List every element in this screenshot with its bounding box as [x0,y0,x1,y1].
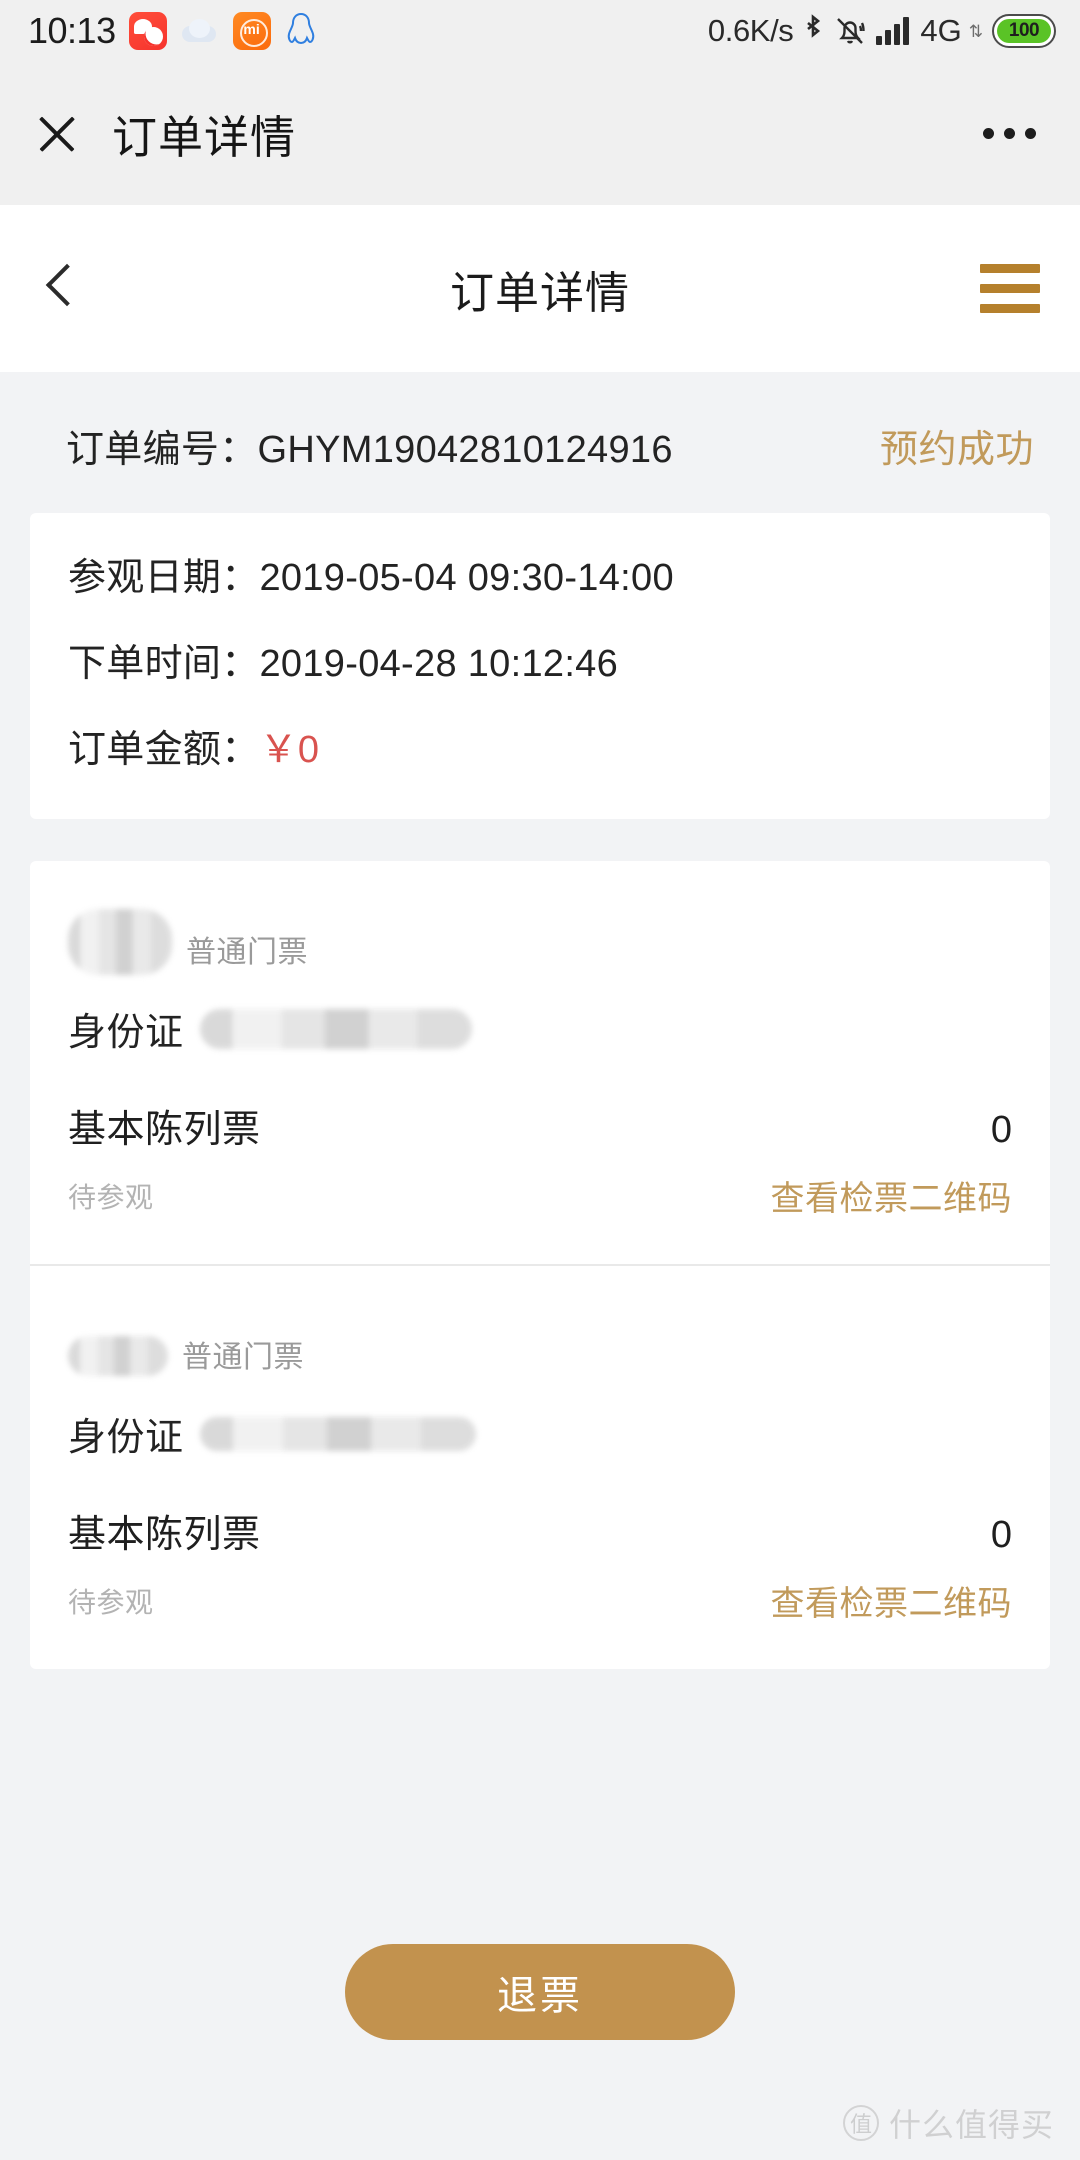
data-arrows-icon: ⇅ [968,21,983,41]
ticket-count: 0 [990,1109,1012,1151]
cloud-weather-icon [180,16,220,46]
ticket-state: 待参观 [68,1181,154,1213]
order-amount-label: 订单金额： [68,729,260,771]
mi-app-icon-label: mi [243,21,260,37]
order-amount-value: ￥0 [259,729,320,771]
redacted-id-number [199,1008,472,1049]
mute-bell-icon [833,14,867,48]
ticket-footer-row: 待参观 查看检票二维码 [68,1171,1012,1220]
visit-date-line: 参观日期：2019-05-04 09:30-14:00 [68,557,674,599]
ticket-id-row: 身份证 [68,1406,1012,1461]
ticket-id-row: 身份证 [68,1001,1012,1056]
ticket-name-row: 基本陈列票 0 [68,1503,1012,1558]
order-number: 订单编号：GHYM19042810124916 [66,429,673,471]
ticket-state: 待参观 [68,1586,154,1618]
mi-app-icon: mi [232,12,271,50]
chat-app-icon [128,12,167,50]
order-amount-line: 订单金额：￥0 [30,731,1050,769]
order-info-card: 参观日期：2019-05-04 09:30-14:00 下单时间：2019-04… [30,513,1050,819]
refund-button[interactable]: 退票 [345,1944,735,2040]
status-bar-clock: 10:13 [28,10,116,51]
ticket-item: 普通门票 身份证 基本陈列票 0 待参观 查看检票二维码 [30,861,1050,1264]
ticket-type-label: 普通门票 [182,1341,304,1374]
view-qrcode-link[interactable]: 查看检票二维码 [771,1171,1013,1220]
watermark-logo-icon: 值 [842,2105,879,2141]
order-number-row: 订单编号：GHYM19042810124916 预约成功 [0,372,1080,513]
signal-bars-icon [876,17,910,45]
ticket-type-label: 普通门票 [186,936,308,969]
footer-actions: 退票 [0,1944,1080,2040]
watermark-text: 什么值得买 [888,2107,1054,2143]
battery-icon: 100 [992,14,1056,48]
ticket-count: 0 [990,1514,1012,1556]
ticket-holder-row: 普通门票 [68,1306,1012,1380]
network-speed-text: 0.6K/s [707,13,794,48]
qq-app-icon [284,11,318,51]
bluetooth-icon [802,14,824,48]
redacted-id-number [199,1416,476,1451]
status-bar-left: 10:13 mi [28,10,318,52]
hamburger-menu-icon[interactable] [980,264,1040,313]
id-type-label: 身份证 [68,1417,184,1459]
view-qrcode-link[interactable]: 查看检票二维码 [771,1576,1013,1625]
wechat-header: 订单详情 [0,62,1080,205]
ticket-footer-row: 待参观 查看检票二维码 [68,1576,1012,1625]
battery-level-text: 100 [1008,20,1040,41]
redacted-holder-name [68,1336,168,1376]
ticket-item: 普通门票 身份证 基本陈列票 0 待参观 查看检票二维码 [30,1264,1050,1669]
phone-screen: 10:13 mi 0.6K/s 4G ⇅ 100 订单详情 订单详情 订单编号：… [0,0,1080,2160]
ticket-holder-row: 普通门票 [68,901,1012,975]
network-type-text: 4G [920,13,962,48]
tickets-card: 普通门票 身份证 基本陈列票 0 待参观 查看检票二维码 普通门票 身份证 基本… [30,861,1050,1669]
page-title: 订单详情 [450,268,630,318]
content-area: 订单编号：GHYM19042810124916 预约成功 参观日期：2019-0… [0,372,1080,1669]
watermark: 值 什么值得买 [842,2100,1054,2146]
app-nav-bar: 订单详情 [0,205,1080,372]
ticket-name: 基本陈列票 [68,1109,261,1151]
wechat-header-title: 订单详情 [112,112,297,163]
status-bar: 10:13 mi 0.6K/s 4G ⇅ 100 [0,0,1080,62]
status-badge: 预约成功 [879,429,1034,471]
status-bar-right: 0.6K/s 4G ⇅ 100 [708,13,1056,49]
redacted-holder-name [68,909,172,975]
more-options-icon[interactable] [983,128,1036,139]
id-type-label: 身份证 [68,1012,184,1054]
close-icon[interactable] [34,111,80,157]
ticket-name-row: 基本陈列票 0 [68,1098,1012,1153]
ticket-name: 基本陈列票 [68,1514,261,1556]
order-time-line: 下单时间：2019-04-28 10:12:46 [68,643,619,685]
